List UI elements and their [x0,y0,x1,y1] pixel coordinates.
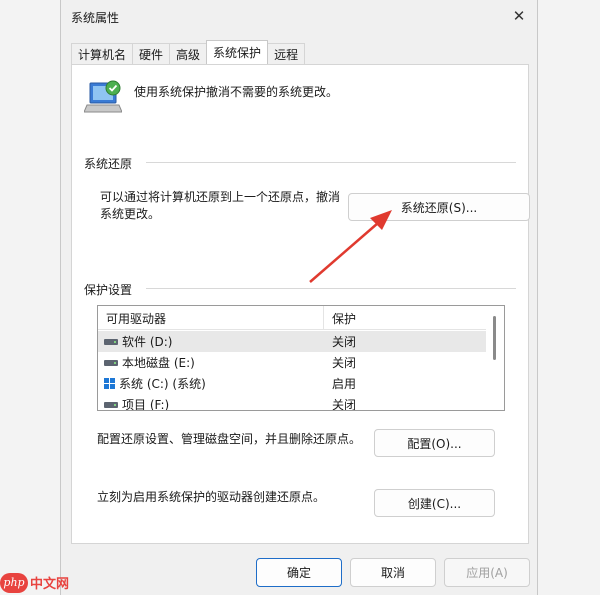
system-protection-panel: 使用系统保护撤消不需要的系统更改。 系统还原 可以通过将计算机还原到上一个还原点… [71,64,530,544]
drive-row-c[interactable]: 系统 (C:) (系统) 启用 [98,373,486,394]
create-description: 立刻为启用系统保护的驱动器创建还原点。 [97,490,326,504]
tab-system-protection[interactable]: 系统保护 [206,40,269,64]
ok-button[interactable]: 确定 [256,558,342,587]
tab-strip: 计算机名 硬件 高级 系统保护 远程 [71,40,306,64]
window-title: 系统属性 [71,11,120,25]
drive-row-e[interactable]: 本地磁盘 (E:) 关闭 [98,352,486,373]
drive-protection-status: 启用 [332,377,357,391]
drive-row-d[interactable]: 软件 (D:) 关闭 [98,331,486,352]
tab-computer-name[interactable]: 计算机名 [71,43,134,64]
drive-list-header: 可用驱动器 保护 [98,306,486,330]
drive-list[interactable]: 可用驱动器 保护 软件 (D:) 关闭 本地磁盘 (E:) 关闭 系统 (C:)… [97,305,505,411]
tab-hardware[interactable]: 硬件 [132,43,171,64]
apply-button[interactable]: 应用(A) [444,558,530,587]
windows-drive-icon [104,378,115,389]
drive-name: 系统 (C:) (系统) [119,377,206,391]
create-button[interactable]: 创建(C)... [374,489,495,517]
configure-description: 配置还原设置、管理磁盘空间，并且删除还原点。 [97,432,362,446]
system-restore-divider [146,162,516,163]
drive-name: 本地磁盘 (E:) [122,356,195,370]
scrollbar-thumb[interactable] [493,316,496,360]
cancel-button[interactable]: 取消 [350,558,436,587]
drive-protection-status: 关闭 [332,335,357,349]
system-restore-description: 可以通过将计算机还原到上一个还原点，撤消 系统更改。 [100,189,340,223]
drive-protection-status: 关闭 [332,356,357,370]
watermark: php 中文网 [0,570,86,595]
drive-protection-status: 关闭 [332,398,357,411]
system-restore-button[interactable]: 系统还原(S)... [348,193,530,221]
title-bar: 系统属性 ✕ [61,0,537,34]
drive-list-scrollbar[interactable] [486,306,504,410]
watermark-text: 中文网 [30,577,70,592]
configure-button[interactable]: 配置(O)... [374,429,495,457]
close-button[interactable]: ✕ [507,5,531,27]
system-properties-dialog: 系统属性 ✕ 计算机名 硬件 高级 系统保护 远程 使用系统保护撤消不需要的系统… [60,0,538,595]
drive-name: 软件 (D:) [122,335,173,349]
drive-icon [104,359,118,366]
intro-text: 使用系统保护撤消不需要的系统更改。 [134,85,339,99]
column-header-drive[interactable]: 可用驱动器 [98,306,324,330]
drive-name: 项目 (F:) [122,398,170,411]
protection-settings-group-title: 保护设置 [84,283,133,297]
drive-icon [104,401,118,408]
column-header-protection[interactable]: 保护 [324,306,356,330]
computer-shield-icon [84,80,122,113]
watermark-badge: php [0,572,28,593]
drive-icon [104,338,118,345]
protection-settings-divider [146,288,516,289]
drive-row-f[interactable]: 项目 (F:) 关闭 [98,394,486,411]
system-restore-desc-line2: 系统更改。 [100,207,161,221]
tab-advanced[interactable]: 高级 [169,43,208,64]
system-restore-group-title: 系统还原 [84,157,133,171]
tab-remote[interactable]: 远程 [267,43,306,64]
system-restore-desc-line1: 可以通过将计算机还原到上一个还原点，撤消 [100,190,341,204]
